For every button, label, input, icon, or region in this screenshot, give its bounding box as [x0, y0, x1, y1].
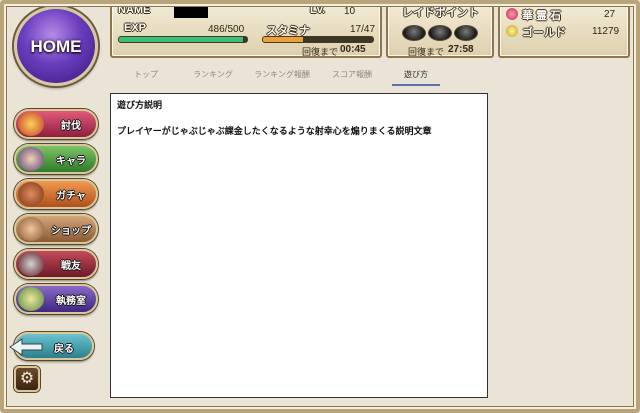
- stamina-recover-time: 00:45: [340, 44, 366, 55]
- menu-button-office[interactable]: 執務室: [14, 284, 98, 314]
- menu-button-battle[interactable]: 討伐: [14, 109, 98, 139]
- name-label: NAME: [118, 4, 151, 16]
- home-button[interactable]: HOME: [14, 6, 98, 86]
- raid-recover-label: 回復まで: [408, 47, 445, 57]
- menu-button-shop[interactable]: ショップ: [14, 214, 98, 244]
- gem-icon: [506, 8, 518, 20]
- gear-icon: ⚙: [19, 368, 35, 387]
- menu-button-friends[interactable]: 戦友: [14, 249, 98, 279]
- settings-button[interactable]: ⚙: [14, 366, 40, 392]
- how-to-play-panel: 遊び方説明 プレイヤーがじゃぶじゃぶ課金したくなるような射幸心を煽りまくる説明文…: [110, 93, 488, 398]
- exp-bar-fill: [119, 37, 244, 42]
- menu-button-gacha[interactable]: ガチャ: [14, 179, 98, 209]
- content-title: 遊び方説明: [117, 101, 163, 111]
- menu-label: ショップ: [51, 226, 91, 237]
- raid-point-slot: [402, 25, 426, 41]
- back-label: 戻る: [54, 344, 74, 355]
- gold-label: ゴールド: [522, 27, 566, 39]
- menu-button-character[interactable]: キャラ: [14, 144, 98, 174]
- stamina-bar-fill: [263, 37, 303, 42]
- crest-icon: [18, 287, 44, 311]
- gem-label: 華 霊 石: [522, 10, 562, 22]
- tab-top[interactable]: トップ: [108, 66, 184, 86]
- currency-panel: 華 霊 石 27 ゴールド 11279: [498, 0, 630, 58]
- gem-value: 27: [604, 9, 616, 20]
- exp-bar: [118, 36, 248, 43]
- raid-point-slot: [454, 25, 478, 41]
- arrow-icon: [9, 338, 43, 356]
- player-status-panel: NAME Lv. 10 EXP 486/500 スタミナ 17/47 回復まで …: [110, 0, 382, 58]
- exp-label: EXP: [124, 22, 147, 34]
- raid-point-slot: [428, 25, 452, 41]
- gold-icon: [506, 25, 518, 37]
- raid-point-panel: レイドポイント 回復まで 27:58: [386, 0, 494, 58]
- home-area: HOME: [4, 2, 106, 88]
- player-name-redacted: [174, 6, 208, 18]
- menu-label: キャラ: [56, 156, 86, 167]
- status-bar: NAME Lv. 10 EXP 486/500 スタミナ 17/47 回復まで …: [104, 0, 638, 60]
- characters-icon: [18, 147, 44, 171]
- swords-icon: [18, 252, 44, 276]
- tab-ranking[interactable]: ランキング: [184, 66, 242, 86]
- home-label: HOME: [30, 37, 82, 56]
- gold-value: 11279: [592, 26, 620, 37]
- level-label: Lv.: [310, 4, 326, 16]
- tab-ranking-reward[interactable]: ランキング報酬: [242, 66, 322, 86]
- stamina-bar: [262, 36, 374, 43]
- stamina-value: 17/47: [350, 24, 376, 35]
- stamina-recover-label: 回復まで: [302, 47, 339, 57]
- tab-score-reward[interactable]: スコア報酬: [322, 66, 382, 86]
- bee-icon: [18, 112, 44, 136]
- event-tabs: トップ ランキング ランキング報酬 スコア報酬 遊び方: [108, 66, 500, 86]
- menu-label: 戦友: [61, 261, 81, 272]
- raid-point-label: レイドポイント: [402, 7, 479, 19]
- exp-value: 486/500: [208, 24, 245, 35]
- raid-recover-time: 27:58: [448, 44, 474, 55]
- coins-icon: [18, 217, 44, 241]
- menu-label: 執務室: [56, 296, 86, 307]
- menu-label: ガチャ: [56, 191, 86, 202]
- menu-label: 討伐: [61, 121, 81, 132]
- back-button[interactable]: 戻る: [9, 332, 94, 360]
- pot-icon: [18, 182, 44, 206]
- content-body: プレイヤーがじゃぶじゃぶ課金したくなるような射幸心を煽りまくる説明文章: [117, 127, 432, 137]
- level-value: 10: [344, 6, 356, 17]
- tab-how-to-play[interactable]: 遊び方: [392, 66, 440, 86]
